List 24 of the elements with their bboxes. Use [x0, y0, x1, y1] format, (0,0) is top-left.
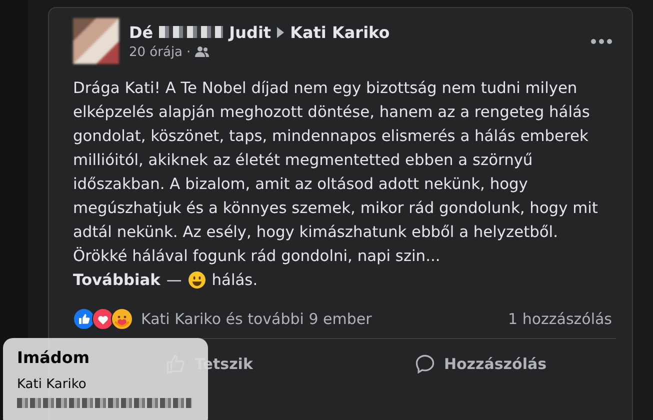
comments-count[interactable]: 1 hozzászólás: [508, 310, 612, 328]
reactions-summary[interactable]: Kati Kariko és további 9 ember: [141, 310, 372, 328]
triangle-icon: [277, 26, 284, 38]
comment-button[interactable]: Hozzászólás: [344, 345, 616, 383]
author-name[interactable]: Dé: [129, 22, 154, 42]
like-reaction-icon: [73, 308, 95, 330]
avatar-placeholder: [73, 18, 119, 64]
target-name[interactable]: Kati Kariko: [290, 22, 390, 42]
author-name[interactable]: Judit: [229, 22, 272, 42]
dash-text: —: [166, 270, 182, 291]
friends-icon: [194, 46, 209, 58]
speech-bubble-icon: [414, 353, 436, 375]
post-time[interactable]: 20 órája: [129, 44, 183, 60]
tooltip-title: Imádom: [17, 348, 91, 367]
heart-reaction-icon: [92, 308, 114, 330]
post-text: Drága Kati! A Te Nobel díjad nem egy bizottság nem tudni milyen elképzelés alapján meghozott döntése, hanem az a rengeteg hálás gondolat, köszönet, taps, mindennapos elismerés a hálás emberek millióitól, akiknek az életét megmentetted ebben a szörnyű időszakban. A bizalom, amit az oltásod adott nekünk, hogy megúszhatjuk és a könnyes szemek, mikor rád gondolunk, hogy mit adtál nekünk. Az esély, hogy kimászhatunk ebből a helyzetből. Örökké hálával fogunk rád gondolni, napi szin...: [73, 78, 599, 267]
see-more-link[interactable]: Továbbiak: [73, 268, 160, 292]
separator-dot: ·: [186, 44, 191, 60]
hugging-face-reaction-icon: [111, 308, 133, 330]
feeling-text: hálás.: [212, 270, 258, 291]
tooltip-name: Kati Kariko: [17, 377, 88, 392]
more-dots-icon: [591, 38, 612, 44]
pixelated-name: [159, 26, 224, 38]
smiley-icon: [188, 271, 206, 289]
